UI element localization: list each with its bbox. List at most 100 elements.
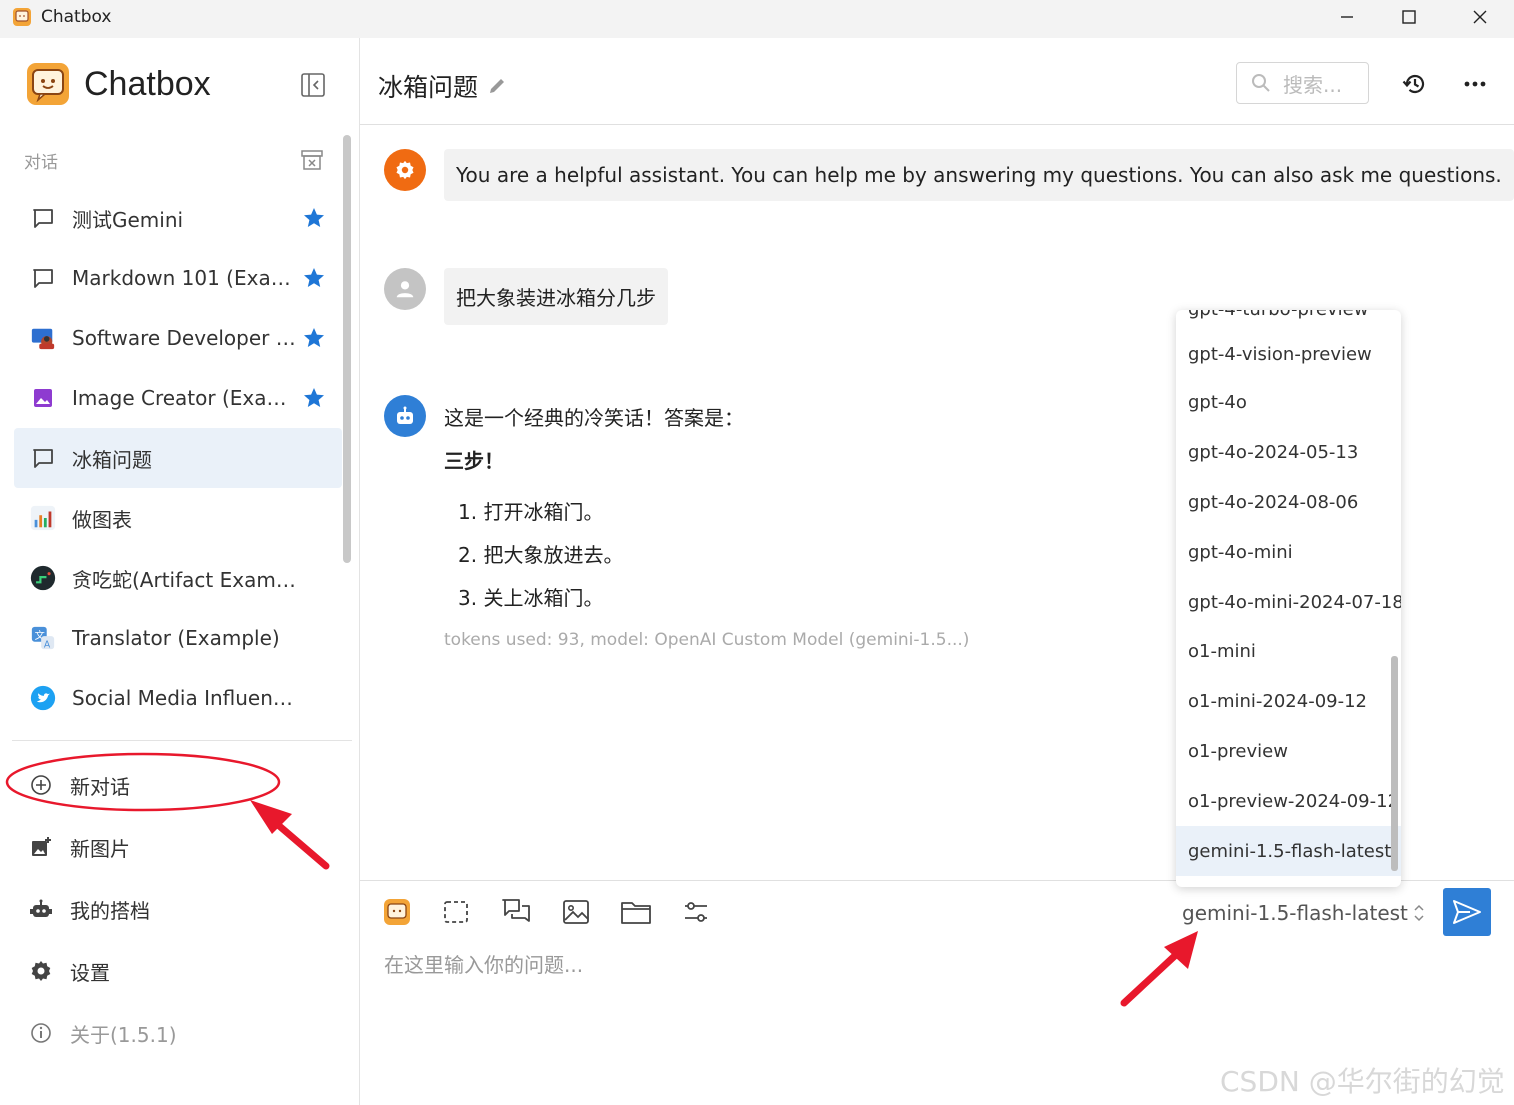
collapse-sidebar-icon[interactable] [298, 70, 328, 100]
more-options-button[interactable] [1460, 69, 1490, 99]
conversation-item[interactable]: Markdown 101 (Exam... [14, 248, 342, 308]
chat-bubble-icon [30, 265, 56, 291]
star-icon[interactable] [302, 206, 326, 230]
send-icon [1453, 900, 1481, 924]
conversation-item[interactable]: Image Creator (Exam... [14, 368, 342, 428]
chat-settings-button[interactable] [679, 895, 713, 929]
conversation-item[interactable]: 文A Translator (Example) [14, 608, 342, 668]
message-input[interactable]: 在这里输入你的问题... [384, 949, 583, 978]
new-image-button[interactable]: 新图片 [0, 816, 360, 878]
conversation-item[interactable]: Software Developer (... [14, 308, 342, 368]
dropdown-option-partial[interactable]: gpt-4-turbo-preview [1176, 310, 1401, 330]
info-icon [28, 1020, 54, 1046]
conversation-item[interactable]: Social Media Influencer (Ex... [14, 668, 342, 728]
new-chat-button[interactable]: 新对话 [0, 754, 360, 816]
dropdown-option[interactable]: gpt-4o-mini-2024-07-18 [1176, 577, 1401, 627]
model-select[interactable]: gemini-1.5-flash-latest [1182, 901, 1426, 925]
screenshot-select-button[interactable] [439, 895, 473, 929]
dropdown-option[interactable]: o1-preview-2024-09-12 [1176, 776, 1401, 826]
attach-image-button[interactable] [559, 895, 593, 929]
conversation-label: 贪吃蛇(Artifact Example) [72, 567, 298, 592]
assistant-steps-list: 1. 打开冰箱门。 2. 把大象放进去。 3. 关上冰箱门。 [444, 496, 744, 625]
star-icon[interactable] [302, 326, 326, 350]
close-button[interactable] [1449, 0, 1511, 34]
assistant-message: 这是一个经典的冷笑话！答案是： 三步！ 1. 打开冰箱门。 2. 把大象放进去。… [444, 402, 744, 625]
sidebar-scrollbar[interactable] [343, 135, 351, 563]
conversation-label: Markdown 101 (Exam... [72, 266, 298, 290]
dropdown-option[interactable]: gpt-4o-2024-05-13 [1176, 428, 1401, 478]
history-button[interactable] [1400, 69, 1430, 99]
dropdown-scrollbar[interactable] [1391, 656, 1398, 871]
chat-bubble-icon [30, 445, 56, 471]
user-message: 把大象装进冰箱分几步 [384, 268, 668, 325]
attach-file-button[interactable] [619, 895, 653, 929]
add-circle-icon [28, 772, 54, 798]
settings-button[interactable]: 设置 [0, 940, 360, 1002]
star-icon[interactable] [302, 266, 326, 290]
model-dropdown: gpt-4-turbo-preview gpt-4-vision-preview… [1176, 310, 1401, 887]
close-icon [1473, 10, 1487, 24]
edit-pencil-icon[interactable] [486, 75, 508, 97]
model-select-value: gemini-1.5-flash-latest [1182, 901, 1408, 925]
assistant-bold-answer: 三步！ [444, 449, 504, 473]
sidebar: Chatbox 对话 测试Gemini Markdown 101 (Exam..… [0, 38, 360, 1105]
dropdown-option[interactable]: o1-preview [1176, 727, 1401, 777]
robot-icon [28, 896, 54, 922]
select-arrows-icon [1414, 904, 1424, 922]
my-partners-button[interactable]: 我的搭档 [0, 878, 360, 940]
window-title: Chatbox [41, 7, 112, 27]
send-button[interactable] [1443, 888, 1491, 936]
chat-mode-button[interactable] [499, 895, 533, 929]
assistant-intro: 这是一个经典的冷笑话！答案是： [444, 406, 744, 430]
new-image-label: 新图片 [70, 836, 130, 861]
twitter-avatar-icon [30, 685, 56, 711]
conversation-item[interactable]: 贪吃蛇(Artifact Example) [14, 548, 342, 608]
conversation-item[interactable]: 测试Gemini [14, 188, 342, 248]
settings-label: 设置 [70, 960, 110, 985]
system-message-text: You are a helpful assistant. You can hel… [444, 149, 1514, 201]
minimize-button[interactable] [1316, 0, 1378, 34]
watermark: CSDN @华尔街的幻觉 [1220, 1065, 1505, 1098]
about-button[interactable]: 关于(1.5.1) [0, 1002, 360, 1064]
clear-archive-icon[interactable] [299, 148, 325, 172]
list-item: 3. 关上冰箱门。 [458, 586, 604, 610]
user-message-text: 把大象装进冰箱分几步 [444, 268, 668, 325]
chat-bubble-icon [30, 205, 56, 231]
dropdown-option[interactable]: gpt-4o-2024-08-06 [1176, 478, 1401, 528]
sidebar-divider [12, 740, 352, 741]
conversation-title: 冰箱问题 [378, 68, 508, 104]
chatbox-assistant-button[interactable] [380, 895, 414, 929]
user-avatar-icon [384, 268, 426, 310]
dashed-select-icon [444, 901, 468, 923]
image-icon [30, 385, 56, 411]
chat-bubbles-icon [502, 899, 530, 922]
dropdown-option[interactable]: o1-mini-2024-09-12 [1176, 677, 1401, 727]
dropdown-option[interactable]: gpt-4o-mini [1176, 527, 1401, 577]
sliders-icon [685, 902, 707, 922]
maximize-icon [1402, 10, 1416, 24]
dropdown-option[interactable]: gpt-4-vision-preview [1176, 330, 1401, 378]
conversation-item-active[interactable]: 冰箱问题 [14, 428, 342, 488]
conversation-label: Social Media Influencer (Ex... [72, 686, 298, 710]
svg-text:A: A [44, 639, 51, 650]
sidebar-menu: 新对话 新图片 我的搭档 设置 关于(1.5.1) [0, 754, 360, 1064]
message-meta: tokens used: 93, model: OpenAI Custom Mo… [444, 630, 970, 650]
chart-avatar-icon [30, 505, 56, 531]
dropdown-option[interactable]: o1-mini [1176, 627, 1401, 677]
list-item: 1. 打开冰箱门。 [458, 500, 604, 524]
dropdown-option-selected[interactable]: gemini-1.5-flash-latest [1176, 826, 1401, 876]
app-logo-icon [13, 8, 31, 26]
chat-header: 冰箱问题 搜索... [360, 38, 1514, 125]
dropdown-option[interactable]: gpt-4o [1176, 378, 1401, 428]
gear-icon [28, 958, 54, 984]
search-input[interactable]: 搜索... [1236, 62, 1369, 104]
more-horizontal-icon [1464, 81, 1486, 87]
brand-name: Chatbox [84, 64, 211, 103]
section-label-conversations: 对话 [24, 153, 58, 173]
developer-avatar-icon [30, 325, 56, 351]
conversation-item[interactable]: 做图表 [14, 488, 342, 548]
maximize-button[interactable] [1378, 0, 1440, 34]
star-icon[interactable] [302, 386, 326, 410]
conversation-label: 做图表 [72, 507, 132, 532]
snake-avatar-icon [30, 565, 56, 591]
